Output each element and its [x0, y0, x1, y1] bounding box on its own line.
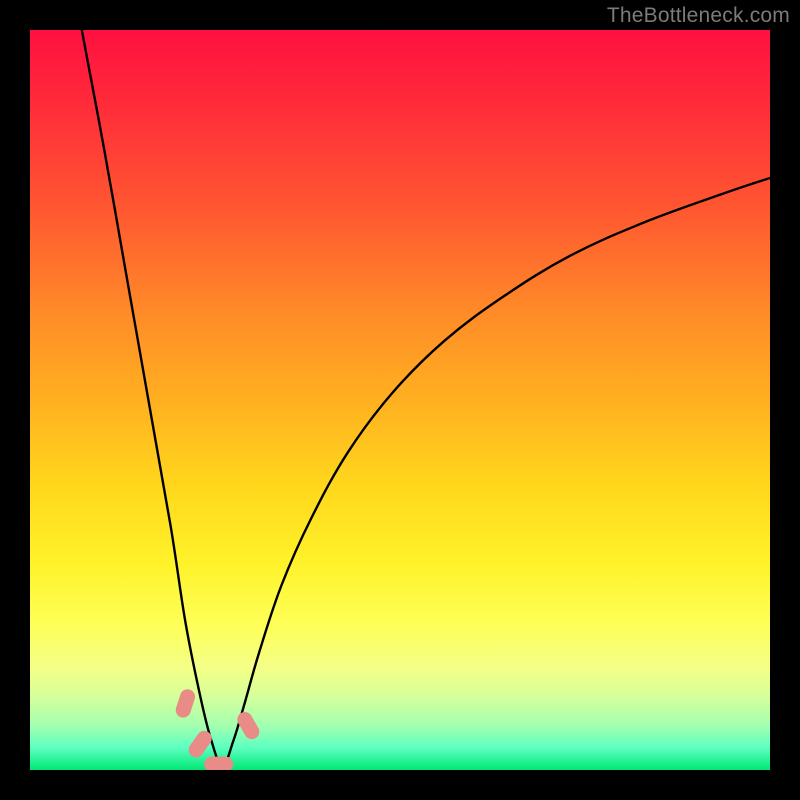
data-markers [174, 688, 261, 770]
data-marker [174, 688, 196, 719]
plot-area [30, 30, 770, 770]
data-marker [205, 757, 233, 770]
watermark-text: TheBottleneck.com [607, 4, 790, 28]
curve-layer [30, 30, 770, 770]
bottleneck-curve [82, 30, 770, 766]
chart-container: TheBottleneck.com [0, 0, 800, 800]
